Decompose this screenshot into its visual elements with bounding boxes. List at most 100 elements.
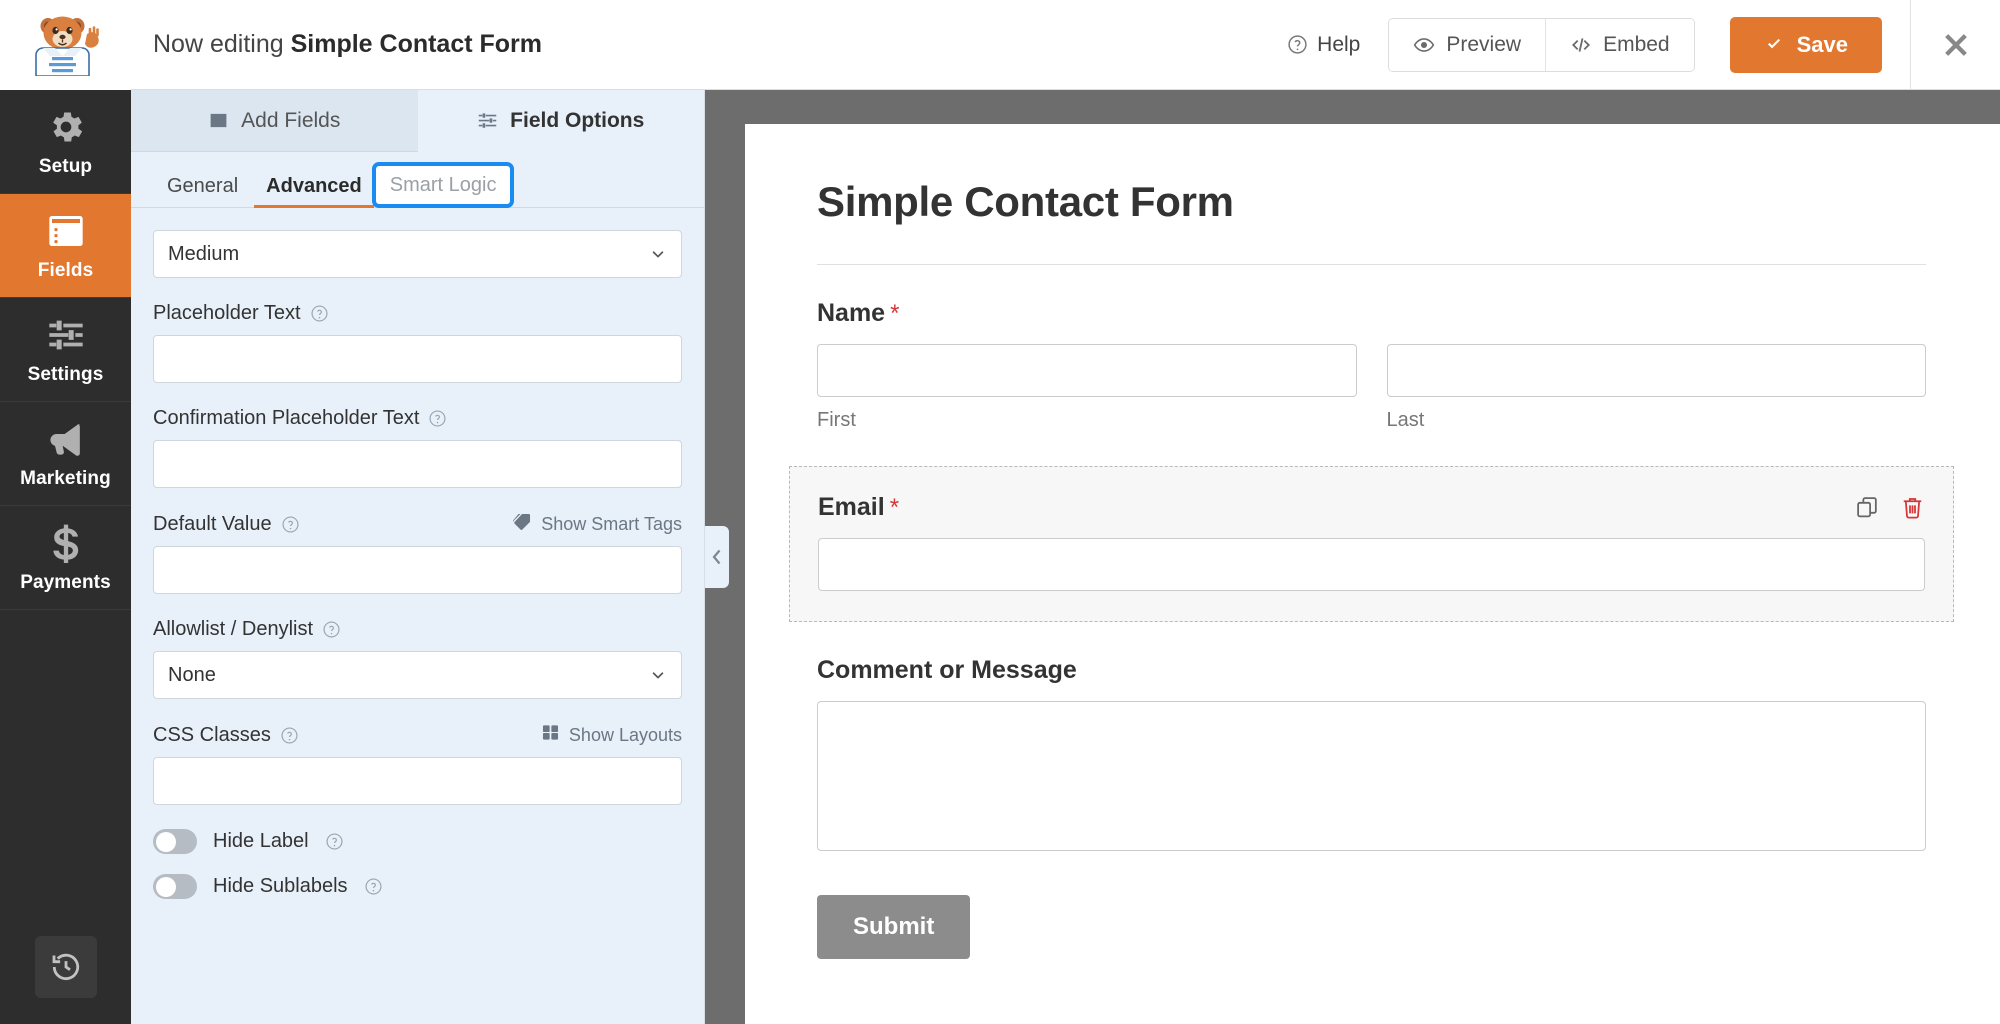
option-placeholder-text: Placeholder Text <box>153 302 682 383</box>
save-label: Save <box>1796 31 1848 57</box>
comment-textarea[interactable] <box>817 701 1926 851</box>
name-last-input[interactable] <box>1386 344 1926 397</box>
megaphone-icon <box>46 419 86 459</box>
option-label: Confirmation Placeholder Text <box>153 407 420 429</box>
option-header: CSS Classes Show Layouts <box>153 723 682 747</box>
help-icon[interactable] <box>325 832 344 851</box>
option-confirmation-placeholder-text: Confirmation Placeholder Text <box>153 407 682 488</box>
subtab-label: General <box>167 175 239 197</box>
rail-footer <box>0 936 131 1024</box>
help-icon[interactable] <box>310 304 329 323</box>
option-hide-label: Hide Label <box>153 829 682 854</box>
mascot-logo-icon <box>34 16 99 76</box>
field-label: Name <box>817 299 886 327</box>
preview-label: Preview <box>1446 32 1522 56</box>
field-label-wrap: Email * <box>818 493 1925 522</box>
required-asterisk: * <box>889 494 900 521</box>
show-smart-tags-label: Show Smart Tags <box>541 513 682 534</box>
chevron-down-icon <box>649 245 667 263</box>
sidebar-item-fields[interactable]: Fields <box>0 194 131 298</box>
eye-icon <box>1414 37 1435 52</box>
hide-sublabels-toggle[interactable] <box>153 874 197 899</box>
help-circle-icon <box>1288 35 1307 54</box>
default-value-input[interactable] <box>153 546 682 594</box>
css-classes-input[interactable] <box>153 757 682 805</box>
save-button[interactable]: Save <box>1729 16 1882 73</box>
field-actions <box>1855 495 1925 525</box>
hide-sublabels-text: Hide Sublabels <box>213 875 348 897</box>
collapse-panel-handle[interactable] <box>705 526 729 588</box>
help-icon[interactable] <box>364 877 383 896</box>
placeholder-text-input[interactable] <box>153 335 682 383</box>
help-icon[interactable] <box>281 515 300 534</box>
subtab-general[interactable]: General <box>153 176 252 207</box>
sidebar-item-settings[interactable]: Settings <box>0 298 131 402</box>
checkmark-icon <box>1767 38 1780 49</box>
preview-field-email[interactable]: Email * <box>789 466 1954 622</box>
embed-button[interactable]: Embed <box>1545 18 1694 71</box>
submit-button[interactable]: Submit <box>817 895 971 959</box>
option-label: CSS Classes <box>153 723 271 746</box>
subtab-label: Advanced <box>266 175 362 197</box>
form-preview-title: Simple Contact Form <box>817 178 1234 225</box>
wpforms-logo <box>0 0 131 90</box>
allowlist-denylist-select[interactable]: None <box>153 651 682 699</box>
option-header: Default Value Show Smart Tags <box>153 512 682 536</box>
history-revert-button[interactable] <box>34 936 97 998</box>
preview-field-name[interactable]: Name * First Last <box>817 299 1926 432</box>
sidebar-item-payments[interactable]: Payments <box>0 506 131 610</box>
sidebar-item-label: Settings <box>27 364 104 385</box>
primary-nav-rail: Setup Fields Settings Marketing Payments <box>0 0 131 1024</box>
show-layouts-link[interactable]: Show Layouts <box>541 723 682 747</box>
tab-field-options[interactable]: Field Options <box>417 90 704 152</box>
preview-button[interactable]: Preview <box>1389 18 1546 71</box>
sidebar-item-setup[interactable]: Setup <box>0 90 131 194</box>
sliders-icon <box>46 315 86 355</box>
page-title: Now editing Simple Contact Form <box>153 30 542 59</box>
add-fields-icon <box>210 113 227 128</box>
option-label: Allowlist / Denylist <box>153 618 314 640</box>
duplicate-field-icon[interactable] <box>1855 495 1880 525</box>
option-allowlist-denylist: Allowlist / Denylist None <box>153 618 682 699</box>
help-button[interactable]: Help <box>1287 33 1360 57</box>
sidebar-item-label: Payments <box>20 572 111 593</box>
rail-spacer <box>0 610 131 936</box>
field-options-panel: Add Fields Field Options General Advance… <box>131 90 705 1024</box>
preview-field-comment[interactable]: Comment or Message <box>817 656 1926 851</box>
option-header: Confirmation Placeholder Text <box>153 407 682 430</box>
field-size-value: Medium <box>168 242 240 265</box>
option-css-classes: CSS Classes Show Layouts <box>153 723 682 805</box>
name-first-input[interactable] <box>817 344 1357 397</box>
email-input[interactable] <box>818 538 1925 591</box>
option-default-value: Default Value Show Smart Tags <box>153 512 682 594</box>
show-layouts-label: Show Layouts <box>568 724 682 745</box>
subtab-smart-logic[interactable]: Smart Logic <box>371 162 515 208</box>
toggle-knob <box>155 831 176 852</box>
name-first-sublabel: First <box>817 409 856 431</box>
help-icon[interactable] <box>280 726 299 745</box>
close-builder-button[interactable] <box>1910 0 2000 89</box>
tab-add-fields[interactable]: Add Fields <box>131 90 418 152</box>
option-field-size: Medium <box>153 230 682 278</box>
preview-embed-group: Preview Embed <box>1388 17 1695 72</box>
delete-field-icon[interactable] <box>1900 495 1925 525</box>
name-last-col: Last <box>1386 344 1926 432</box>
hide-label-toggle[interactable] <box>153 829 197 854</box>
help-icon[interactable] <box>322 620 341 639</box>
history-revert-icon <box>52 953 79 980</box>
field-label-wrap: Comment or Message <box>817 656 1926 685</box>
confirmation-placeholder-text-input[interactable] <box>153 440 682 488</box>
field-label: Comment or Message <box>817 656 1077 684</box>
fields-list-icon <box>46 211 86 251</box>
form-preview-card: Simple Contact Form Name * First Last Em… <box>745 124 2000 1024</box>
show-smart-tags-link[interactable]: Show Smart Tags <box>513 512 682 536</box>
subtab-advanced[interactable]: Advanced <box>252 175 376 208</box>
email-subfields <box>818 538 1925 591</box>
sidebar-item-marketing[interactable]: Marketing <box>0 402 131 506</box>
main-column: Now editing Simple Contact Form Help Pre… <box>131 0 2000 1024</box>
tag-icon <box>513 512 532 536</box>
editing-prefix: Now editing <box>153 30 284 58</box>
field-size-select[interactable]: Medium <box>153 230 682 278</box>
help-icon[interactable] <box>428 409 447 428</box>
field-label-wrap: Name * <box>817 299 1926 328</box>
